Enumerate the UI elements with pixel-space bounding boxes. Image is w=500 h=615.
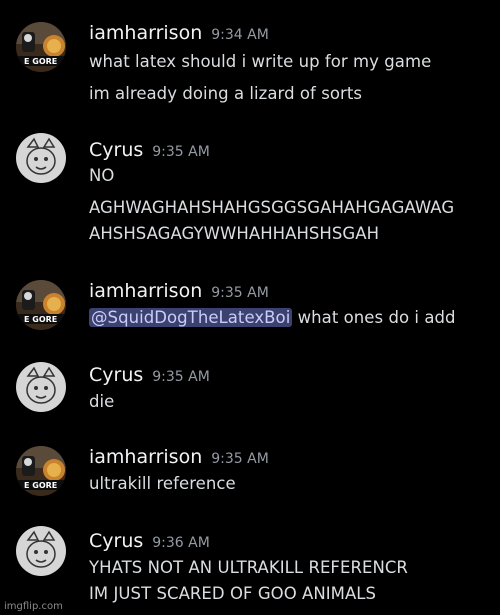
cyrus-avatar-image bbox=[16, 526, 66, 576]
message-header: Cyrus 9:36 AM bbox=[89, 530, 210, 552]
message-text: ultrakill reference bbox=[89, 474, 236, 493]
harrison-avatar-image: E GORE bbox=[16, 446, 66, 496]
cyrus-avatar[interactable] bbox=[16, 133, 66, 183]
message-text: NO bbox=[89, 166, 115, 185]
timestamp: 9:36 AM bbox=[152, 535, 210, 551]
timestamp: 9:35 AM bbox=[152, 144, 210, 160]
imgflip-watermark: imgflip.com bbox=[4, 601, 63, 612]
cyrus-avatar-image bbox=[16, 362, 66, 412]
cyrus-avatar[interactable] bbox=[16, 362, 66, 412]
harrison-avatar[interactable]: E GORE bbox=[16, 22, 66, 72]
message-text: @SquidDogTheLatexBoi what ones do i add bbox=[89, 308, 456, 327]
author-name[interactable]: iamharrison bbox=[89, 446, 202, 468]
message-text-content: what ones do i add bbox=[292, 308, 456, 327]
message-text: IM JUST SCARED OF GOO ANIMALS bbox=[89, 584, 377, 603]
avatar-caption: E GORE bbox=[24, 57, 57, 66]
user-mention[interactable]: @SquidDogTheLatexBoi bbox=[89, 308, 293, 327]
harrison-avatar[interactable]: E GORE bbox=[16, 446, 66, 496]
message-text: what latex should i write up for my game bbox=[89, 52, 432, 71]
harrison-avatar-image: E GORE bbox=[16, 280, 66, 330]
message-header: Cyrus 9:35 AM bbox=[89, 364, 210, 386]
message-text: AHSHSAGAGYWWHAHHAHSHSGAH bbox=[89, 224, 380, 243]
message-text: YHATS NOT AN ULTRAKILL REFERENCR bbox=[89, 558, 408, 577]
timestamp: 9:35 AM bbox=[211, 451, 269, 467]
message-header: iamharrison 9:35 AM bbox=[89, 280, 269, 302]
timestamp: 9:34 AM bbox=[211, 27, 269, 43]
author-name[interactable]: Cyrus bbox=[89, 530, 143, 552]
avatar-caption: E GORE bbox=[24, 481, 57, 490]
cyrus-avatar-image bbox=[16, 133, 66, 183]
harrison-avatar-image: E GORE bbox=[16, 22, 66, 72]
author-name[interactable]: Cyrus bbox=[89, 364, 143, 386]
author-name[interactable]: iamharrison bbox=[89, 22, 202, 44]
message-text: im already doing a lizard of sorts bbox=[89, 84, 362, 103]
message-text: AGHWAGHAHSHAHGSGGSGAHAHGAGAWAG bbox=[89, 198, 455, 217]
avatar-caption: E GORE bbox=[24, 315, 57, 324]
timestamp: 9:35 AM bbox=[152, 369, 210, 385]
author-name[interactable]: iamharrison bbox=[89, 280, 202, 302]
message-header: iamharrison 9:35 AM bbox=[89, 446, 269, 468]
message-header: Cyrus 9:35 AM bbox=[89, 139, 210, 161]
timestamp: 9:35 AM bbox=[211, 285, 269, 301]
cyrus-avatar[interactable] bbox=[16, 526, 66, 576]
harrison-avatar[interactable]: E GORE bbox=[16, 280, 66, 330]
message-text: die bbox=[89, 392, 115, 411]
message-header: iamharrison 9:34 AM bbox=[89, 22, 269, 44]
author-name[interactable]: Cyrus bbox=[89, 139, 143, 161]
